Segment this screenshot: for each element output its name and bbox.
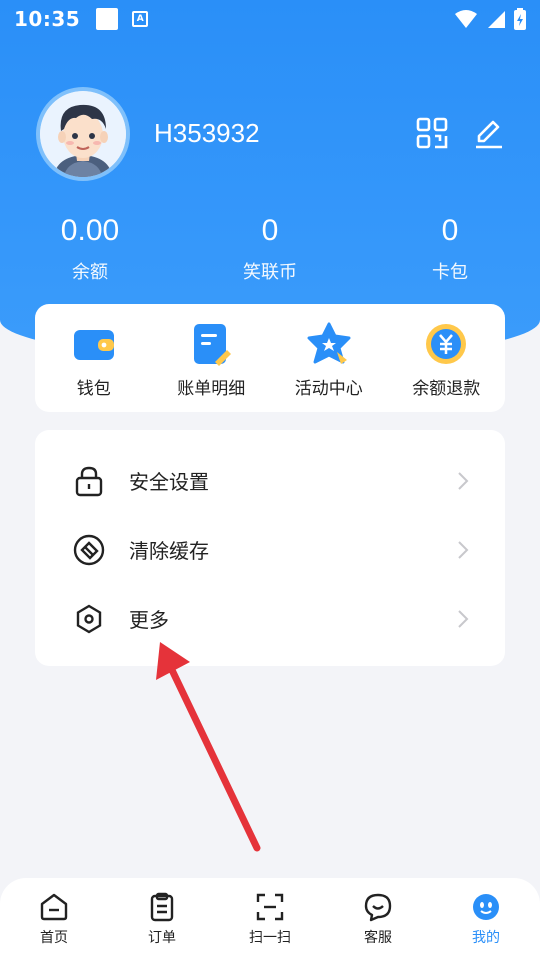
menu-item-security[interactable]: 安全设置 (35, 446, 505, 515)
refund-yuan-icon (426, 324, 467, 364)
home-icon (40, 893, 68, 921)
username: H353932 (154, 118, 260, 148)
battery-icon (514, 8, 526, 30)
annotation-arrow (156, 642, 261, 852)
qr-code-icon[interactable] (416, 117, 448, 149)
status-time: 10:35 (14, 7, 81, 31)
menu-item-label: 更多 (129, 608, 169, 632)
settings-menu-card: 安全设置 清除缓存 更多 (35, 430, 505, 666)
profile-face-icon (473, 894, 499, 920)
stat-label: 余额 (72, 262, 108, 283)
notification-a-icon: A (132, 11, 149, 27)
stat-coins[interactable]: 0 笑联币 (180, 210, 360, 284)
tab-label: 扫一扫 (249, 930, 291, 946)
tab-label: 我的 (472, 930, 500, 946)
tab-label: 客服 (364, 930, 392, 946)
stat-label: 卡包 (432, 262, 468, 283)
chevron-right-icon (458, 540, 469, 559)
quick-action-label: 活动中心 (294, 379, 363, 399)
activity-star-icon (307, 322, 351, 364)
avatar-illustration (40, 91, 126, 177)
notification-square-icon (96, 8, 119, 30)
tab-label: 首页 (40, 930, 68, 946)
quick-action-activity[interactable]: 活动中心 (270, 322, 388, 412)
stat-value: 0 (261, 214, 279, 247)
status-bar: 10:35 A (0, 0, 540, 38)
chevron-right-icon (458, 609, 469, 628)
stat-label: 笑联币 (243, 262, 297, 283)
tab-scan[interactable]: 扫一扫 (216, 878, 324, 960)
menu-item-label: 清除缓存 (129, 539, 209, 563)
scan-icon (256, 893, 284, 921)
clipboard-icon (150, 892, 174, 922)
chevron-right-icon (458, 471, 469, 490)
tab-home[interactable]: 首页 (0, 878, 108, 960)
avatar[interactable] (36, 87, 130, 181)
tab-mine[interactable]: 我的 (432, 878, 540, 960)
quick-actions-card: 钱包 账单明细 活动中心 余额退款 (35, 304, 505, 412)
wifi-icon (455, 10, 477, 28)
signal-icon (488, 11, 505, 28)
bottom-tab-bar: 首页 订单 扫一扫 客服 我的 (0, 878, 540, 960)
menu-item-more[interactable]: 更多 (35, 584, 505, 653)
edit-pencil-icon[interactable] (473, 117, 505, 149)
tab-orders[interactable]: 订单 (108, 878, 216, 960)
menu-item-label: 安全设置 (129, 470, 209, 494)
stat-balance[interactable]: 0.00 余额 (0, 210, 180, 284)
stat-card-pack[interactable]: 0 卡包 (360, 210, 540, 284)
wallet-icon (73, 330, 114, 360)
stats-row: 0.00 余额 0 笑联币 0 卡包 (0, 210, 540, 284)
stat-value: 0 (441, 214, 459, 247)
menu-item-clear-cache[interactable]: 清除缓存 (35, 515, 505, 584)
quick-action-label: 余额退款 (412, 379, 481, 399)
lock-icon (75, 466, 103, 496)
bill-icon (194, 324, 232, 366)
quick-action-bill[interactable]: 账单明细 (153, 322, 271, 412)
tab-label: 订单 (148, 930, 176, 946)
stat-value: 0.00 (60, 214, 120, 247)
eraser-icon (73, 534, 105, 565)
quick-action-refund[interactable]: 余额退款 (388, 322, 506, 412)
quick-action-wallet[interactable]: 钱包 (35, 322, 153, 412)
quick-action-label: 账单明细 (177, 379, 246, 399)
tab-customer-service[interactable]: 客服 (324, 878, 432, 960)
quick-action-label: 钱包 (76, 379, 111, 399)
chat-icon (364, 893, 392, 922)
hexagon-icon (76, 604, 102, 633)
